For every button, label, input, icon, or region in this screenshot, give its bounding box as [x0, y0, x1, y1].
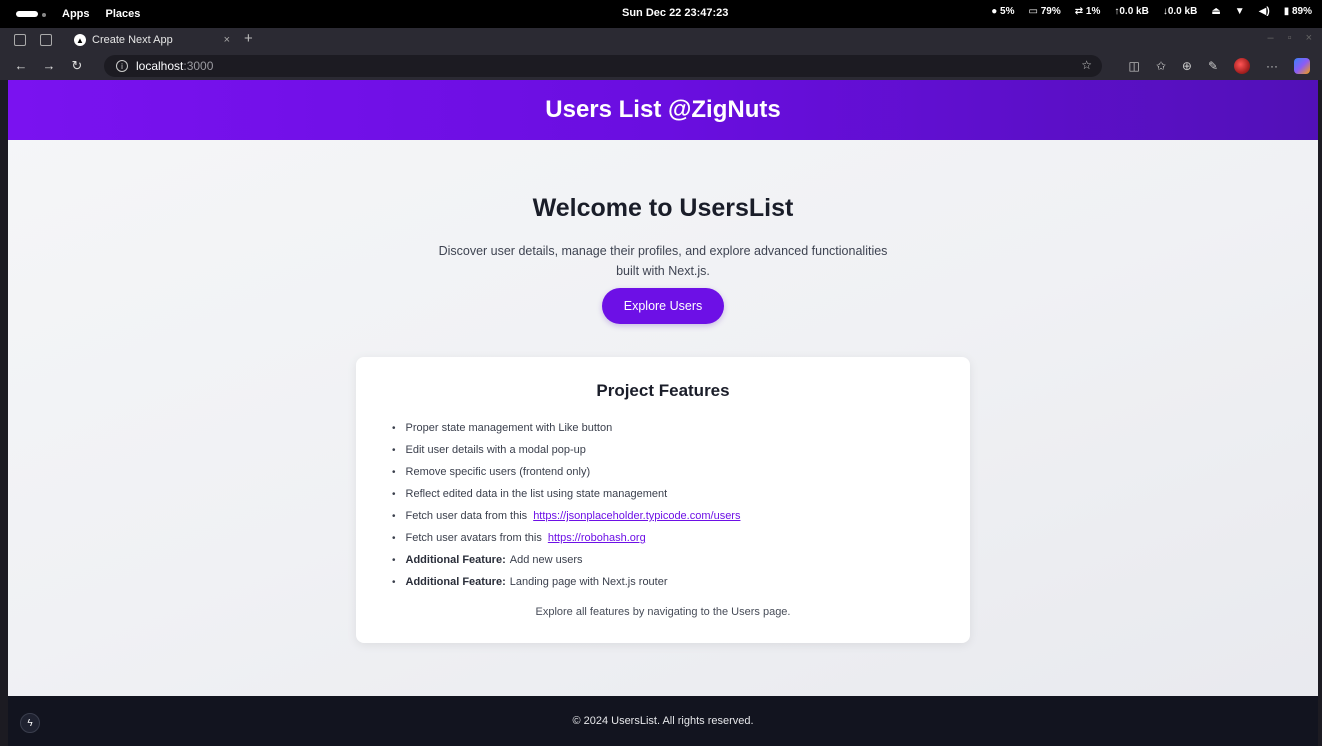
more-menu-icon[interactable]: ··· [1266, 59, 1278, 73]
nextjs-dev-indicator-icon[interactable]: ϟ [20, 713, 40, 733]
maximize-icon[interactable]: ▫ [1288, 32, 1292, 44]
minimize-icon[interactable]: – [1268, 32, 1274, 44]
apps-menu[interactable]: Apps [62, 8, 90, 20]
explore-users-button[interactable]: Explore Users [602, 288, 724, 324]
features-title: Project Features [596, 381, 730, 400]
site-info-icon[interactable]: i [116, 60, 128, 72]
profile-avatar[interactable] [1234, 58, 1250, 74]
workspace-indicator[interactable] [16, 8, 46, 20]
list-item: Reflect edited data in the list using st… [392, 483, 740, 505]
copilot-icon[interactable] [1294, 58, 1310, 74]
list-item: Fetch user data from this https://jsonpla… [392, 505, 741, 527]
hero-section: Welcome to UsersList Discover user detai… [8, 194, 1318, 281]
tab-overview-icon[interactable] [40, 34, 52, 46]
memory-indicator[interactable]: ▭ 79% [1029, 6, 1061, 17]
volume-icon[interactable]: ◀) [1259, 6, 1270, 17]
feature-bold-label: Additional Feature: [405, 576, 506, 588]
feature-text: Edit user details with a modal pop-up [405, 444, 586, 456]
favorites-icon[interactable]: ✩ [1156, 59, 1166, 73]
list-item: Additional Feature:Add new users [392, 549, 740, 571]
list-item: Remove specific users (frontend only) [392, 461, 740, 483]
site-footer: © 2024 UsersList. All rights reserved. [8, 696, 1318, 746]
system-top-bar: Apps Places Sun Dec 22 23:47:23 ● 5% ▭ 7… [0, 0, 1322, 28]
nextjs-favicon-icon: ▲ [74, 34, 86, 46]
list-item: Fetch user avatars from this https://robo… [392, 527, 740, 549]
web-page: Users List @ZigNuts Welcome to UsersList… [8, 80, 1318, 746]
feature-text: Proper state management with Like button [405, 422, 613, 434]
net-down-value: 0.0 kB [1167, 6, 1198, 17]
tab-title: Create Next App [92, 34, 173, 46]
robohash-link[interactable]: https://robohash.org [548, 532, 646, 544]
list-item: Edit user details with a modal pop-up [392, 439, 740, 461]
clock[interactable]: Sun Dec 22 23:47:23 [622, 7, 728, 19]
new-tab-button[interactable]: + [244, 30, 253, 47]
feature-text: Fetch user avatars from this [405, 532, 542, 544]
reload-button[interactable]: ↻ [64, 58, 90, 74]
swap-indicator[interactable]: ⇄ 1% [1075, 6, 1101, 17]
feature-text: Fetch user data from this [405, 510, 528, 522]
list-item: Additional Feature:Landing page with Nex… [392, 571, 740, 593]
url-port: :3000 [183, 59, 214, 73]
copyright-text: © 2024 UsersList. All rights reserved. [572, 715, 754, 727]
forward-button[interactable]: → [36, 58, 62, 74]
net-down-indicator[interactable]: ↓0.0 kB [1163, 6, 1197, 17]
sidebar-toggle-icon[interactable] [14, 34, 26, 46]
browser-tab[interactable]: ▲ Create Next App × [66, 29, 236, 51]
bookmark-star-icon[interactable]: ☆ [1081, 58, 1092, 72]
features-list: Proper state management with Like button… [392, 417, 741, 593]
cpu-value: 5% [1000, 6, 1015, 17]
address-bar[interactable]: i localhost:3000 ☆ [104, 55, 1102, 77]
site-header: Users List @ZigNuts [8, 80, 1318, 140]
feature-text: Remove specific users (frontend only) [405, 466, 591, 478]
eject-icon[interactable]: ⏏ [1211, 6, 1220, 17]
net-up-indicator[interactable]: ↑0.0 kB [1114, 6, 1148, 17]
features-footer-note: Explore all features by navigating to th… [535, 606, 791, 618]
window-close-icon[interactable]: × [1306, 32, 1312, 44]
browser-tab-bar: ▲ Create Next App × + – ▫ × [0, 28, 1322, 52]
feature-text: Reflect edited data in the list using st… [405, 488, 668, 500]
feature-text: Landing page with Next.js router [509, 576, 668, 588]
reader-view-icon[interactable]: ◫ [1128, 59, 1139, 73]
url-host: localhost [136, 59, 184, 73]
feature-bold-label: Additional Feature: [405, 554, 506, 566]
site-title: Users List @ZigNuts [545, 96, 781, 123]
features-card: Project Features Proper state management… [356, 357, 970, 643]
net-up-value: 0.0 kB [1119, 6, 1149, 17]
collections-icon[interactable]: ⊕ [1182, 59, 1192, 73]
memory-value: 79% [1040, 6, 1061, 17]
hero-title: Welcome to UsersList [532, 194, 794, 222]
cpu-indicator[interactable]: ● 5% [991, 6, 1014, 17]
extensions-icon[interactable]: ✎ [1208, 59, 1218, 73]
close-tab-icon[interactable]: × [224, 34, 230, 46]
places-menu[interactable]: Places [106, 8, 141, 20]
feature-text: Add new users [509, 554, 583, 566]
hero-description: Discover user details, manage their prof… [438, 244, 888, 278]
wifi-icon[interactable]: ▼ [1235, 6, 1245, 17]
back-button[interactable]: ← [8, 58, 34, 74]
battery-indicator[interactable]: ▮ 89% [1284, 6, 1312, 17]
browser-nav-bar: ← → ↻ i localhost:3000 ☆ ◫ ✩ ⊕ ✎ ··· [0, 52, 1322, 80]
battery-value: 89% [1291, 6, 1312, 17]
swap-value: 1% [1085, 6, 1101, 17]
jsonplaceholder-link[interactable]: https://jsonplaceholder.typicode.com/use… [533, 510, 740, 522]
list-item: Proper state management with Like button [392, 417, 740, 439]
